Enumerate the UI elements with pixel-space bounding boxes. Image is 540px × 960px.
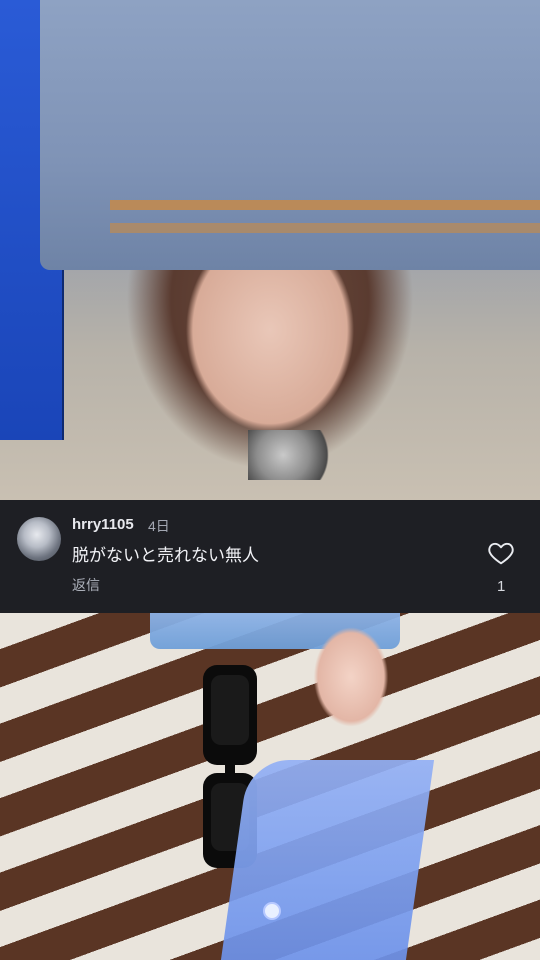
heart-icon[interactable] (488, 541, 514, 565)
blue-sleeve (220, 760, 435, 960)
jacket-stripe (110, 200, 540, 210)
comment-username[interactable]: hrry1105 (72, 516, 134, 533)
top-photo (0, 0, 540, 500)
microphone (248, 430, 336, 480)
avatar[interactable] (17, 517, 61, 561)
comment-time: 4日 (148, 518, 170, 534)
hand (285, 613, 405, 773)
comment-text: 脱がないと売れない無人 (72, 546, 259, 566)
comment-card: hrry1105 4日 脱がないと売れない無人 返信 1 (0, 500, 540, 613)
reply-button[interactable]: 返信 (72, 575, 100, 595)
shirt-button (263, 902, 281, 920)
jacket-stripe (110, 223, 540, 233)
like-count: 1 (497, 578, 506, 595)
